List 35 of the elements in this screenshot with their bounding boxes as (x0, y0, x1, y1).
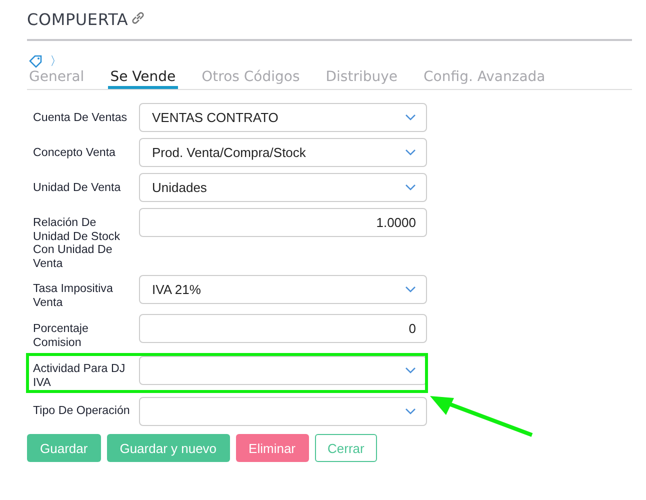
chevron-down-icon (405, 184, 416, 191)
select-field[interactable]: VENTAS CONTRATO (139, 103, 427, 132)
breadcrumb-separator: 〉 (50, 52, 62, 70)
tab[interactable]: General (27, 68, 86, 88)
select-field[interactable]: Unidades (139, 173, 427, 202)
tab[interactable]: Config. Avanzada (422, 68, 548, 88)
page-title: COMPUERTA (27, 10, 128, 29)
field-label: Porcentaje Comision (32, 321, 90, 349)
select-field[interactable]: Prod. Venta/Compra/Stock (139, 138, 427, 167)
tag-icon[interactable] (28, 54, 44, 68)
chevron-down-icon (405, 367, 416, 374)
number-field[interactable]: 0 (139, 314, 427, 343)
action-button[interactable]: Cerrar (314, 434, 378, 462)
action-button[interactable]: Guardar (27, 434, 101, 462)
action-button[interactable]: Eliminar (236, 434, 309, 462)
select-field[interactable] (139, 397, 427, 426)
chevron-down-icon (405, 149, 416, 156)
field-label: Tipo De Operación (32, 403, 131, 418)
field-label: Relación De Unidad De Stock Con Unidad De Venta (32, 215, 121, 270)
select-field[interactable] (139, 356, 427, 385)
field-label: Unidad De Venta (32, 180, 122, 194)
chevron-down-icon (405, 408, 416, 415)
action-button[interactable]: Guardar y nuevo (106, 434, 230, 462)
field-label: Actividad Para DJ IVA (32, 361, 126, 389)
tab[interactable]: Otros Códigos (200, 68, 302, 88)
tab[interactable]: Se Vende (108, 68, 178, 89)
field-label: Concepto Venta (32, 145, 117, 160)
chevron-down-icon (405, 286, 416, 293)
tab[interactable]: Distribuye (324, 68, 400, 88)
field-label: Tasa Impositiva Venta (32, 281, 114, 309)
select-field[interactable]: IVA 21% (139, 275, 427, 304)
number-field[interactable]: 1.0000 (139, 208, 427, 237)
link-icon[interactable] (130, 10, 146, 26)
chevron-down-icon (405, 114, 416, 121)
field-label: Cuenta De Ventas (32, 110, 128, 124)
